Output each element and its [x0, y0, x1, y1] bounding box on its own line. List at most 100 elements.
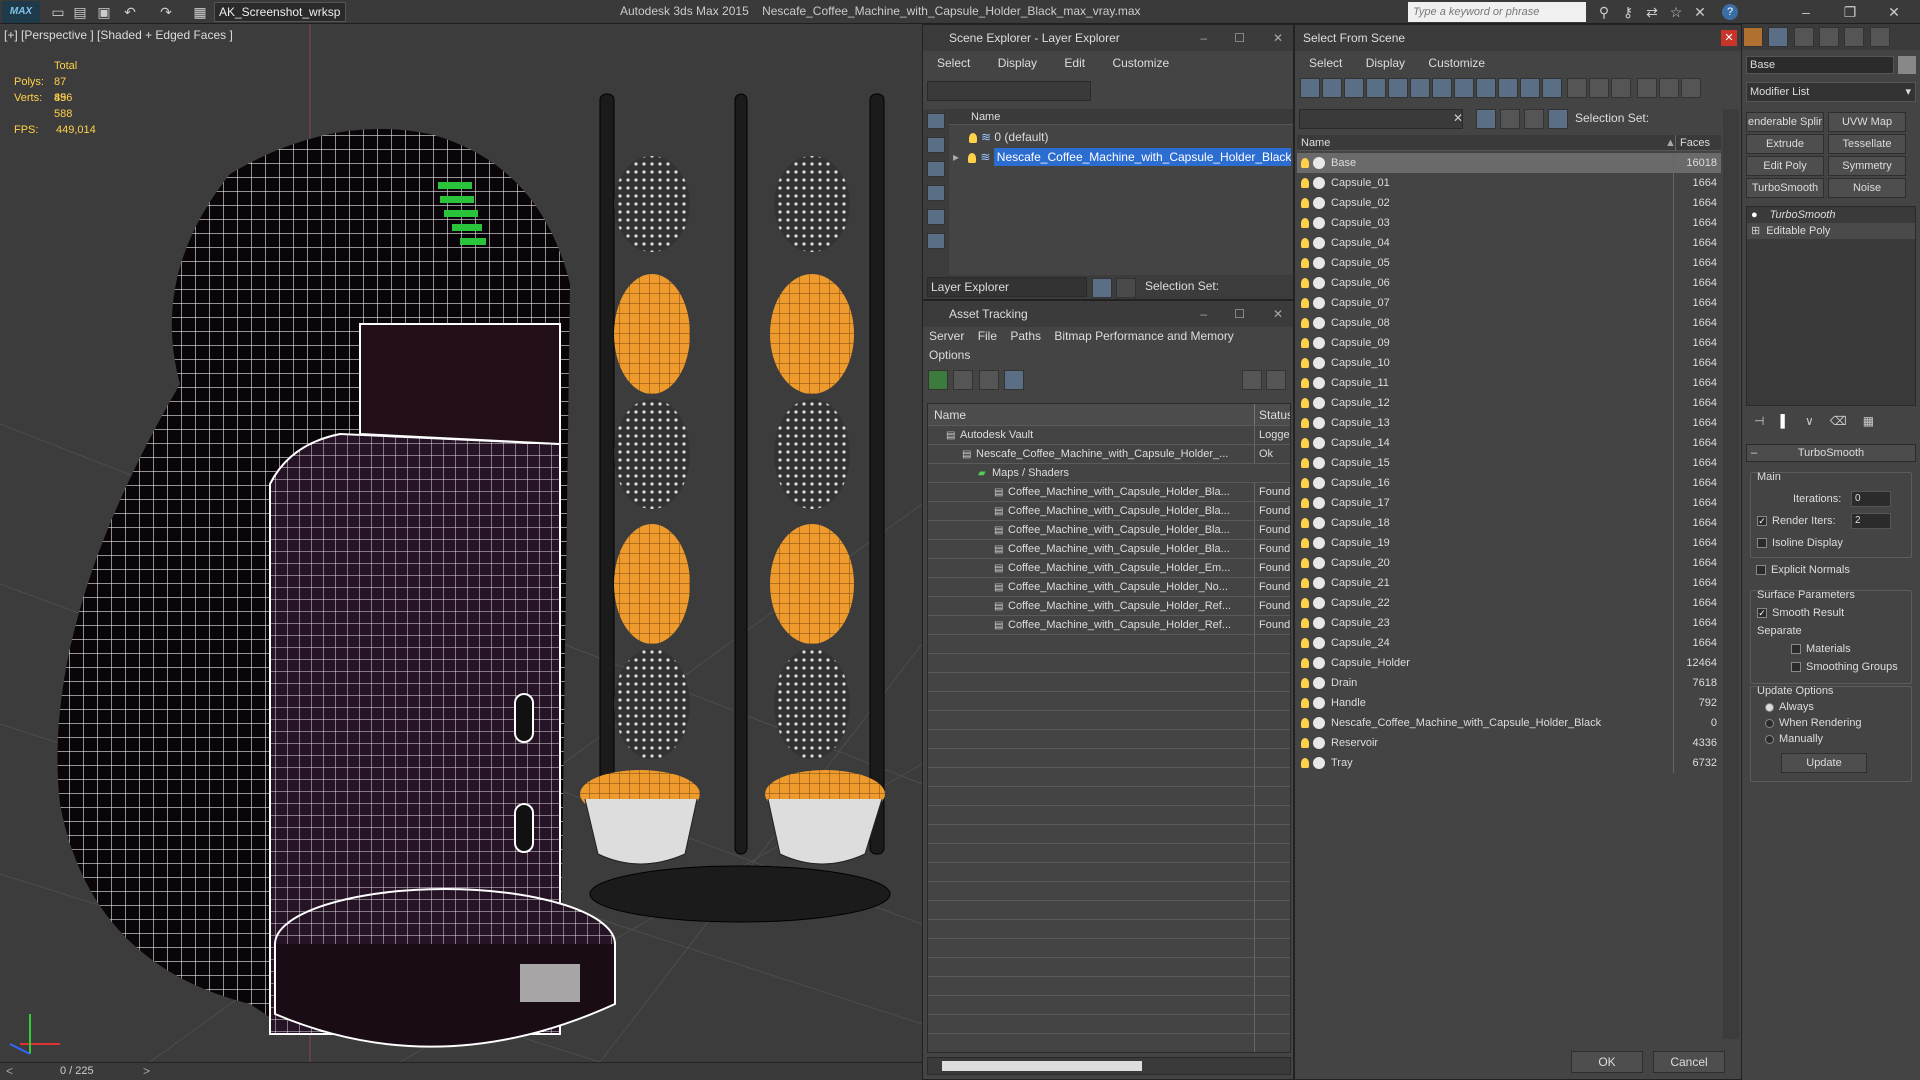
object-row[interactable]: Reservoir 4336: [1297, 733, 1721, 753]
filter-bones-icon[interactable]: [1476, 78, 1496, 98]
maximize-icon[interactable]: ☐: [1234, 25, 1245, 51]
object-row[interactable]: Capsule_20 1664: [1297, 553, 1721, 573]
light-bulb-icon[interactable]: [1301, 198, 1309, 209]
filter-groups-icon[interactable]: [1432, 78, 1452, 98]
time-slider[interactable]: < 0 / 225 >: [0, 1062, 922, 1080]
object-row[interactable]: Capsule_08 1664: [1297, 313, 1721, 333]
exchange-icon[interactable]: ⇄: [1642, 3, 1662, 21]
layer-row[interactable]: ≋ 0 (default): [969, 127, 1291, 147]
asset-row[interactable]: ▤ Coffee_Machine_with_Capsule_Holder_No..…: [928, 578, 1290, 597]
object-row[interactable]: Capsule_05 1664: [1297, 253, 1721, 273]
create-tab-icon[interactable]: [1743, 27, 1763, 47]
render-iters-checkbox[interactable]: ✓: [1757, 516, 1767, 527]
col-status[interactable]: Status: [1254, 404, 1290, 425]
minimize-icon[interactable]: –: [1200, 25, 1207, 51]
cancel-button[interactable]: Cancel: [1653, 1051, 1725, 1073]
settings-icon[interactable]: [1266, 370, 1286, 390]
light-bulb-icon[interactable]: [1301, 358, 1309, 369]
update-button[interactable]: Update: [1781, 753, 1867, 773]
object-row[interactable]: Handle 792: [1297, 693, 1721, 713]
filter-frozen-icon[interactable]: [1520, 78, 1540, 98]
light-bulb-icon[interactable]: [1301, 158, 1309, 169]
display-shapes-icon[interactable]: [927, 185, 945, 201]
light-bulb-icon[interactable]: [1301, 178, 1309, 189]
time-next-icon[interactable]: >: [143, 1064, 150, 1078]
menu-options[interactable]: Options: [929, 348, 970, 362]
isoline-checkbox[interactable]: [1757, 538, 1767, 549]
light-bulb-icon[interactable]: [1301, 578, 1309, 589]
layer-toggle-icon[interactable]: [1092, 278, 1112, 298]
star-icon[interactable]: ☆: [1666, 3, 1686, 21]
hierarchy-icon[interactable]: [1524, 109, 1544, 129]
light-bulb-icon[interactable]: [1301, 278, 1309, 289]
filter-helpers-icon[interactable]: [1388, 78, 1408, 98]
funnel-icon[interactable]: [1636, 78, 1657, 98]
refresh-icon[interactable]: [928, 370, 948, 390]
object-row[interactable]: Capsule_17 1664: [1297, 493, 1721, 513]
scene-explorer-search[interactable]: [927, 81, 1091, 101]
filter-cameras-icon[interactable]: [1366, 78, 1386, 98]
col-faces[interactable]: Faces: [1675, 135, 1710, 151]
light-bulb-icon[interactable]: [1301, 598, 1309, 609]
display-tab-icon[interactable]: [1844, 27, 1865, 47]
close-search-icon[interactable]: ✕: [1690, 3, 1710, 21]
object-row[interactable]: Capsule_12 1664: [1297, 393, 1721, 413]
modifier-list-dropdown[interactable]: Modifier List ▾: [1746, 82, 1916, 102]
object-row[interactable]: Capsule_16 1664: [1297, 473, 1721, 493]
configure-sets-icon[interactable]: ▦: [1863, 414, 1874, 428]
filter-hidden-icon[interactable]: [1542, 78, 1562, 98]
time-prev-icon[interactable]: <: [6, 1064, 13, 1078]
smoothing-groups-checkbox[interactable]: [1791, 662, 1801, 673]
light-bulb-icon[interactable]: [1301, 678, 1309, 689]
motion-tab-icon[interactable]: [1819, 27, 1840, 47]
display-cameras-icon[interactable]: [927, 233, 945, 249]
scroll-thumb[interactable]: [942, 1061, 1142, 1071]
light-bulb-icon[interactable]: [1301, 418, 1309, 429]
search-input[interactable]: Type a keyword or phrase: [1408, 2, 1586, 22]
modifier-button[interactable]: Edit Poly: [1746, 156, 1824, 176]
menu-customize[interactable]: Customize: [1112, 56, 1169, 70]
light-bulb-icon[interactable]: [1301, 338, 1309, 349]
asset-row[interactable]: ▤ Coffee_Machine_with_Capsule_Holder_Ref.…: [928, 597, 1290, 616]
hierarchy-tab-icon[interactable]: [1793, 27, 1814, 47]
filter-containers-icon[interactable]: [1498, 78, 1518, 98]
modifier-button[interactable]: Extrude: [1746, 134, 1824, 154]
binoculars-icon[interactable]: ⚲: [1594, 3, 1614, 21]
modifier-button[interactable]: Tessellate: [1828, 134, 1906, 154]
show-end-result-icon[interactable]: ▌: [1780, 414, 1789, 428]
col-name[interactable]: Name: [1301, 135, 1330, 151]
asset-row[interactable]: ▤ Autodesk Vault Logge: [928, 426, 1290, 445]
filter-warps-icon[interactable]: [1410, 78, 1430, 98]
object-list-scrollbar[interactable]: [1723, 109, 1739, 1039]
asset-row[interactable]: ▤ Coffee_Machine_with_Capsule_Holder_Em..…: [928, 559, 1290, 578]
asset-row[interactable]: ▤ Coffee_Machine_with_Capsule_Holder_Bla.…: [928, 483, 1290, 502]
light-bulb-icon[interactable]: [1301, 478, 1309, 489]
smooth-result-checkbox[interactable]: ✓: [1757, 608, 1767, 619]
object-row[interactable]: Capsule_22 1664: [1297, 593, 1721, 613]
utilities-tab-icon[interactable]: [1869, 27, 1890, 47]
light-bulb-icon[interactable]: [1301, 718, 1309, 729]
app-logo[interactable]: MAX: [2, 1, 40, 23]
light-bulb-icon[interactable]: [968, 152, 977, 163]
light-bulb-icon[interactable]: [1301, 258, 1309, 269]
help-icon[interactable]: [1242, 370, 1262, 390]
rollout-header[interactable]: – TurboSmooth: [1746, 444, 1916, 462]
light-bulb-icon[interactable]: [1301, 538, 1309, 549]
project-folder-icon[interactable]: ▦: [190, 3, 210, 21]
filter-xrefs-icon[interactable]: [1454, 78, 1474, 98]
object-row[interactable]: Capsule_10 1664: [1297, 353, 1721, 373]
object-row[interactable]: Nescafe_Coffee_Machine_with_Capsule_Hold…: [1297, 713, 1721, 733]
menu-display[interactable]: Display: [998, 56, 1037, 70]
menu-select[interactable]: Select: [1309, 56, 1342, 70]
modify-tab-icon[interactable]: [1768, 27, 1789, 47]
object-row[interactable]: Capsule_09 1664: [1297, 333, 1721, 353]
layer-row[interactable]: ▸ ≋ Nescafe_Coffee_Machine_with_Capsule_…: [953, 147, 1291, 167]
object-row[interactable]: Base 16018: [1297, 153, 1721, 173]
close-icon[interactable]: ✕: [1273, 25, 1283, 51]
table-icon[interactable]: [1004, 370, 1025, 390]
redo-icon[interactable]: ↷: [156, 3, 176, 21]
light-bulb-icon[interactable]: [1301, 698, 1309, 709]
light-bulb-icon[interactable]: ●: [1751, 209, 1758, 221]
asset-row[interactable]: ▰ Maps / Shaders: [928, 464, 1290, 483]
manually-radio[interactable]: [1765, 734, 1774, 744]
